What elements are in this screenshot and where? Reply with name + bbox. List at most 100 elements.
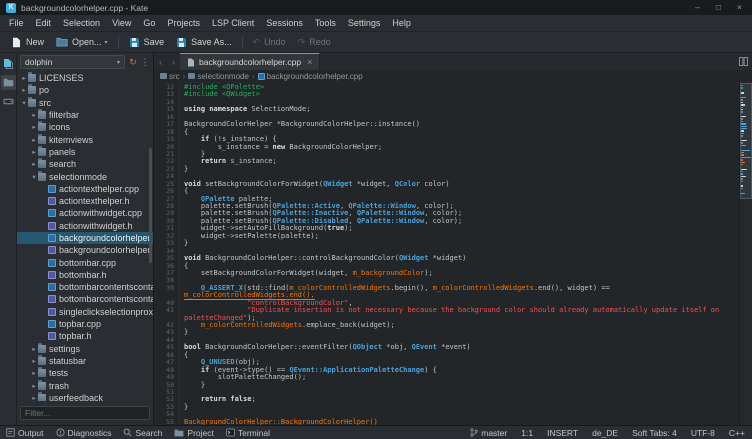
tree-item-filterbar[interactable]: ▸filterbar bbox=[17, 109, 153, 121]
new-button[interactable]: New bbox=[5, 35, 50, 50]
minimize-button[interactable]: – bbox=[693, 1, 702, 14]
menu-help[interactable]: Help bbox=[386, 16, 417, 30]
split-view-button[interactable] bbox=[739, 57, 748, 66]
status-encoding[interactable]: UTF-8 bbox=[684, 426, 722, 439]
code-line: s_instance = new BackgroundColorHelper; bbox=[184, 144, 739, 151]
folder-icon bbox=[38, 382, 46, 390]
folder-icon bbox=[38, 136, 46, 144]
panel-toggle-project[interactable]: Project bbox=[168, 426, 219, 439]
open-button[interactable]: Open...▾ bbox=[50, 35, 114, 49]
tree-item-actionwithwidget.h[interactable]: actionwithwidget.h bbox=[17, 220, 153, 232]
tab-back-button[interactable]: ‹ bbox=[154, 57, 167, 67]
minimap[interactable] bbox=[739, 83, 752, 425]
filter-input[interactable] bbox=[20, 406, 150, 420]
menu-lsp-client[interactable]: LSP Client bbox=[206, 16, 260, 30]
tree-item-bottombar.h[interactable]: bottombar.h bbox=[17, 269, 153, 281]
tree-item-po[interactable]: ▸po bbox=[17, 84, 153, 96]
save-as-button[interactable]: Save As... bbox=[170, 35, 238, 50]
folder-icon bbox=[38, 394, 46, 401]
tree-item-icons[interactable]: ▸icons bbox=[17, 121, 153, 133]
breadcrumb-item-selectionmode[interactable]: selectionmode bbox=[188, 72, 249, 81]
output-icon bbox=[6, 428, 15, 437]
tree-item-label: actionwithwidget.cpp bbox=[59, 208, 142, 218]
code-area[interactable]: #include <QPalette>#include <QWidget>usi… bbox=[180, 83, 739, 425]
tree-item-settings[interactable]: ▸settings bbox=[17, 343, 153, 355]
dock-filesystem-button[interactable] bbox=[1, 94, 16, 109]
tree-item-bottombarcontentscontainer.cpp[interactable]: bottombarcontentscontainer.cpp bbox=[17, 281, 153, 293]
tab-close-button[interactable]: × bbox=[307, 57, 312, 67]
window-controls: –□ × bbox=[693, 1, 744, 14]
tree-item-topbar.h[interactable]: topbar.h bbox=[17, 330, 153, 342]
tree-item-tests[interactable]: ▸tests bbox=[17, 367, 153, 379]
tree-item-statusbar[interactable]: ▸statusbar bbox=[17, 355, 153, 367]
dock-projects-icon bbox=[3, 78, 14, 87]
panel-toggle-output[interactable]: Output bbox=[0, 426, 50, 439]
tab-backgroundcolorhelper[interactable]: backgroundcolorhelper.cpp × bbox=[180, 53, 320, 70]
tree-item-bottombarcontentscontainer.h[interactable]: bottombarcontentscontainer.h bbox=[17, 293, 153, 305]
options-button[interactable]: ⋮ bbox=[139, 57, 151, 68]
menu-projects[interactable]: Projects bbox=[161, 16, 206, 30]
panel-toggle-diagnostics[interactable]: Diagnostics bbox=[50, 426, 118, 439]
menu-edit[interactable]: Edit bbox=[30, 16, 58, 30]
menu-view[interactable]: View bbox=[106, 16, 137, 30]
tree-item-backgroundcolorhelper.h[interactable]: backgroundcolorhelper.h bbox=[17, 244, 153, 256]
breadcrumb-item-backgroundcolorhelper.cpp[interactable]: backgroundcolorhelper.cpp bbox=[258, 72, 363, 81]
tree-item-search[interactable]: ▸search bbox=[17, 158, 153, 170]
status-input-mode[interactable]: INSERT bbox=[540, 426, 585, 439]
project-label: Project bbox=[187, 428, 213, 438]
tree-item-trash[interactable]: ▸trash bbox=[17, 379, 153, 391]
tree-item-actiontexthelper.cpp[interactable]: actiontexthelper.cpp bbox=[17, 183, 153, 195]
highlight-mode-value: C++ bbox=[729, 428, 745, 438]
editor-column: ‹ › backgroundcolorhelper.cpp × src›sele… bbox=[154, 53, 752, 425]
chevron-down-icon: ▾ bbox=[105, 39, 108, 46]
tab-forward-button[interactable]: › bbox=[167, 57, 180, 67]
tree-item-bottombar.cpp[interactable]: bottombar.cpp bbox=[17, 256, 153, 268]
minimap-viewport[interactable] bbox=[740, 83, 752, 199]
tab-title: backgroundcolorhelper.cpp bbox=[199, 57, 301, 67]
menu-selection[interactable]: Selection bbox=[57, 16, 106, 30]
code-line: } bbox=[184, 404, 739, 411]
file-icon bbox=[48, 185, 56, 193]
save-button[interactable]: Save bbox=[123, 35, 171, 50]
breadcrumb-label: selectionmode bbox=[197, 72, 249, 81]
search-label: Search bbox=[135, 428, 162, 438]
tree-item-LICENSES[interactable]: ▸LICENSES bbox=[17, 72, 153, 84]
tree-item-panels[interactable]: ▸panels bbox=[17, 146, 153, 158]
tree-item-userfeedback[interactable]: ▸userfeedback bbox=[17, 392, 153, 401]
tree-item-kitemviews[interactable]: ▸kitemviews bbox=[17, 133, 153, 145]
maximize-button[interactable]: □ bbox=[714, 1, 723, 14]
menu-settings[interactable]: Settings bbox=[342, 16, 387, 30]
dock-documents-button[interactable] bbox=[1, 56, 16, 71]
tree-item-topbar.cpp[interactable]: topbar.cpp bbox=[17, 318, 153, 330]
status-cursor-position[interactable]: 1:1 bbox=[514, 426, 540, 439]
status-tab-settings[interactable]: Soft Tabs: 4 bbox=[625, 426, 684, 439]
file-icon bbox=[48, 209, 56, 217]
menu-sessions[interactable]: Sessions bbox=[260, 16, 309, 30]
tree-item-backgroundcolorhelper.cpp[interactable]: backgroundcolorhelper.cpp bbox=[17, 232, 153, 244]
tree-item-selectionmode[interactable]: ▾selectionmode bbox=[17, 170, 153, 182]
reload-button[interactable]: ↻ bbox=[127, 57, 139, 68]
panel-toggle-search[interactable]: Search bbox=[117, 426, 168, 439]
save-icon bbox=[176, 37, 187, 48]
code-line: using namespace SelectionMode; bbox=[184, 106, 739, 113]
menu-tools[interactable]: Tools bbox=[309, 16, 342, 30]
breadcrumb-item-src[interactable]: src bbox=[160, 72, 180, 81]
tree-item-actionwithwidget.cpp[interactable]: actionwithwidget.cpp bbox=[17, 207, 153, 219]
encoding-value: UTF-8 bbox=[691, 428, 715, 438]
project-selector[interactable]: dolphin ▾ bbox=[20, 55, 125, 69]
status-git-branch[interactable]: master bbox=[463, 426, 514, 439]
status-highlight-mode[interactable]: C++ bbox=[722, 426, 752, 439]
tree-scrollbar[interactable] bbox=[149, 148, 152, 263]
folder-icon bbox=[160, 73, 167, 79]
chevron-down-icon: ▾ bbox=[117, 59, 120, 66]
tree-item-actiontexthelper.h[interactable]: actiontexthelper.h bbox=[17, 195, 153, 207]
menu-go[interactable]: Go bbox=[137, 16, 161, 30]
tree-item-src[interactable]: ▾src bbox=[17, 97, 153, 109]
tree-item-singleclickselectionproxystyle.h[interactable]: singleclickselectionproxystyle.h bbox=[17, 306, 153, 318]
menu-file[interactable]: File bbox=[3, 16, 30, 30]
titlebar[interactable]: K backgroundcolorhelper.cpp - Kate –□× bbox=[0, 0, 752, 15]
status-keyboard-layout[interactable]: de_DE bbox=[585, 426, 625, 439]
close-button[interactable]: × bbox=[735, 1, 744, 14]
panel-toggle-terminal[interactable]: Terminal bbox=[220, 426, 276, 439]
dock-projects-button[interactable] bbox=[1, 75, 16, 90]
